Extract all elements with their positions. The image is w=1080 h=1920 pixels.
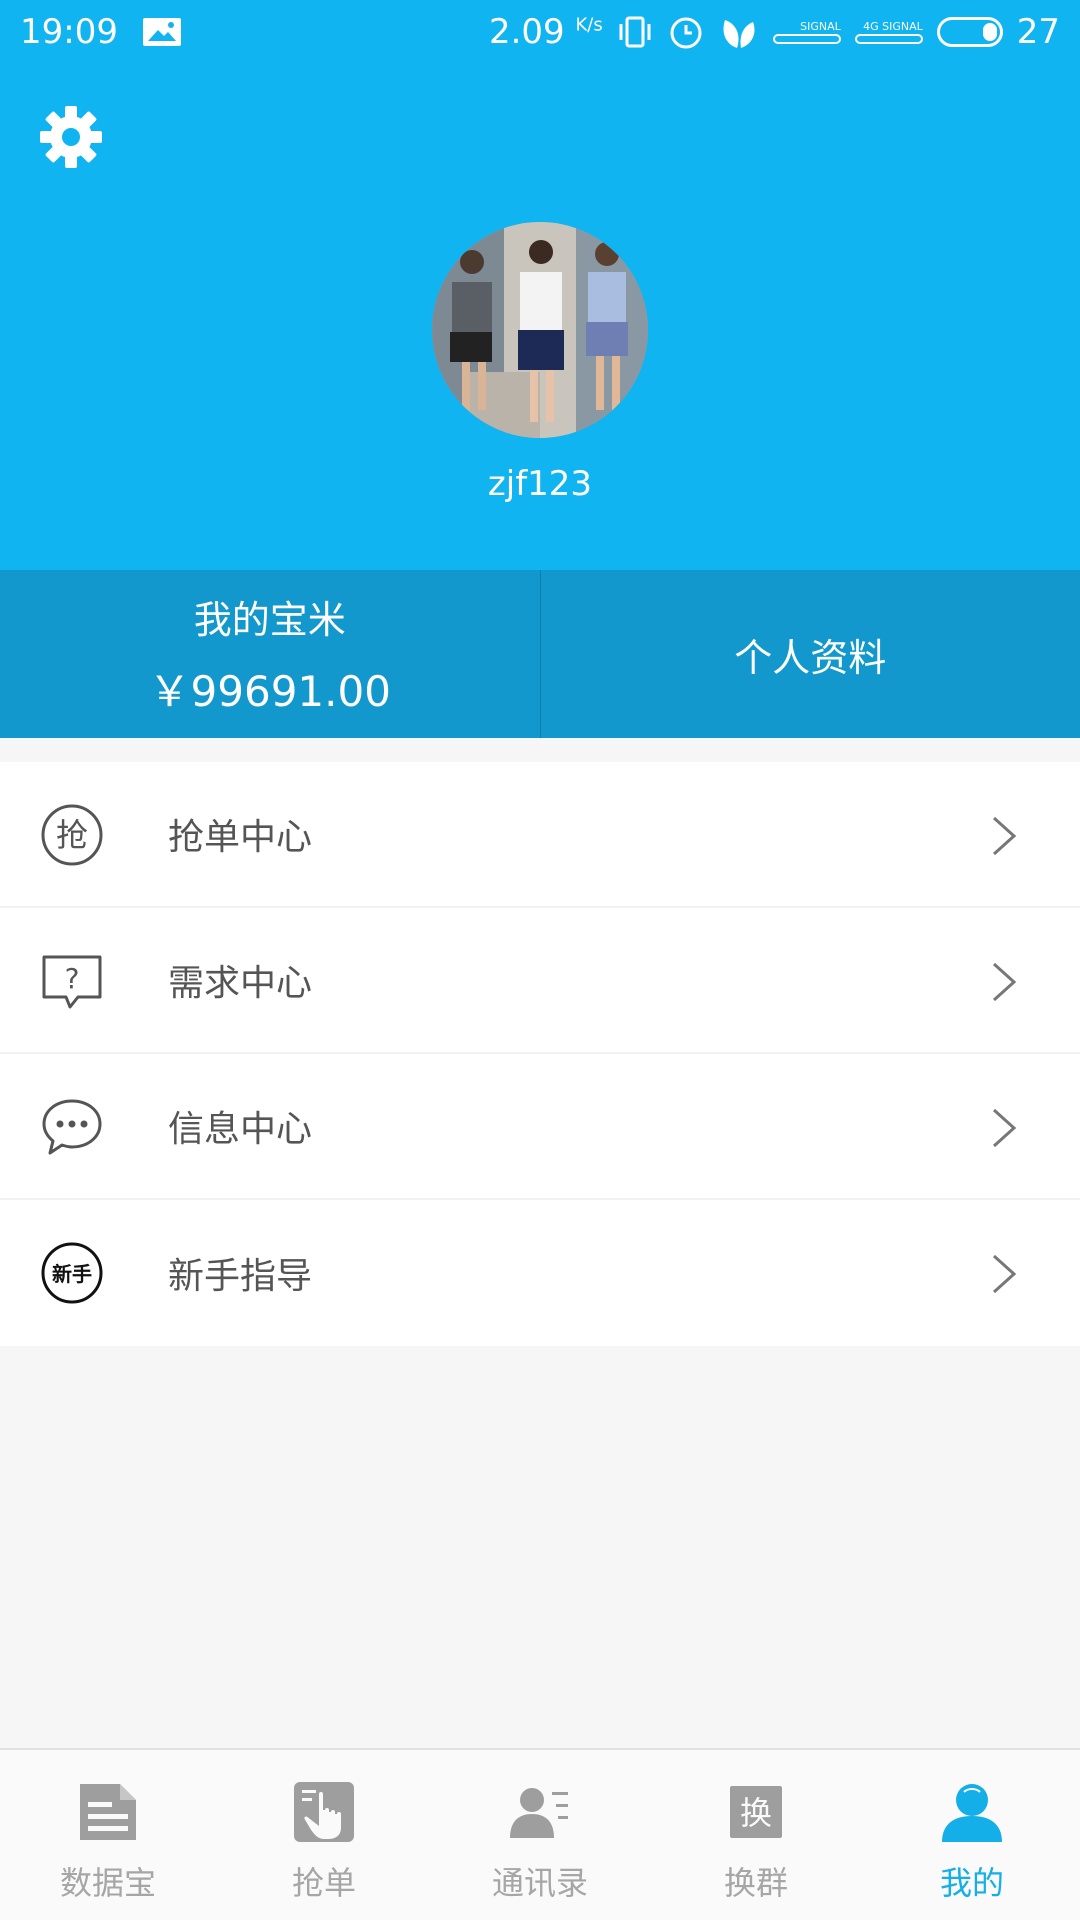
sim2-signal-bar (854, 33, 923, 44)
svg-text:抢: 抢 (56, 816, 88, 854)
tab-mine[interactable]: 我的 (864, 1750, 1080, 1920)
hand-tap-icon (294, 1782, 354, 1842)
profile-info-button[interactable]: 个人资料 (539, 570, 1080, 738)
avatar[interactable] (432, 222, 648, 438)
network-speed-unit: K/s (575, 14, 603, 36)
leaf-icon (723, 20, 755, 48)
sim1-signal: SIGNAL (772, 19, 841, 44)
swap-group-icon: 换 (730, 1786, 782, 1838)
sim1-signal-label: SIGNAL (800, 19, 841, 33)
sim1-signal-bar (772, 33, 841, 44)
status-bar: 19:09 2.09 K/s SIGNAL 4G SIGNAL 27 (0, 0, 1080, 64)
wallet-button[interactable]: 我的宝米 ￥99691.00 (0, 570, 540, 738)
alarm-icon (670, 17, 702, 49)
grab-order-icon: 抢 (41, 804, 103, 866)
menu-item-grab-order[interactable]: 抢 抢单中心 (0, 762, 1080, 908)
status-indicators: 2.09 K/s SIGNAL 4G SIGNAL 27 (489, 12, 1060, 52)
bottom-tab-bar: 数据宝 抢单 通讯录 换 换群 我的 (0, 1748, 1080, 1920)
chevron-right-icon (992, 1108, 1017, 1148)
tab-label: 我的 (939, 1864, 1004, 1902)
menu-item-label: 信息中心 (168, 1109, 313, 1150)
tab-label: 抢单 (291, 1864, 356, 1902)
svg-text:?: ? (65, 962, 80, 995)
image-notification-icon (142, 18, 181, 46)
tab-data-bao[interactable]: 数据宝 (0, 1750, 216, 1920)
menu-item-label: 新手指导 (168, 1256, 313, 1297)
account-strip: 我的宝米 ￥99691.00 个人资料 (0, 570, 1080, 738)
tab-label: 数据宝 (59, 1864, 156, 1902)
menu-item-label: 需求中心 (168, 963, 313, 1004)
avatar-photo (432, 222, 648, 438)
status-time: 19:09 (20, 12, 118, 52)
svg-text:换: 换 (740, 1794, 772, 1832)
tab-label: 换群 (723, 1864, 788, 1902)
wallet-amount: ￥99691.00 (148, 667, 391, 716)
chevron-right-icon (992, 1254, 1017, 1294)
tab-contacts[interactable]: 通讯录 (432, 1750, 648, 1920)
network-speed-value: 2.09 (488, 12, 565, 52)
svg-text:新手: 新手 (52, 1262, 92, 1286)
menu-item-demand[interactable]: ? 需求中心 (0, 908, 1080, 1054)
tab-swap-group[interactable]: 换 换群 (648, 1750, 864, 1920)
username: zjf123 (487, 464, 593, 504)
my-profile-screen: 19:09 2.09 K/s SIGNAL 4G SIGNAL 27 zjf12… (0, 0, 1080, 1920)
wallet-label: 我的宝米 (193, 598, 346, 642)
newbie-icon: 新手 (41, 1242, 103, 1304)
gear-icon[interactable] (38, 104, 104, 170)
sim2-signal-label: 4G SIGNAL (863, 19, 923, 33)
battery-icon (936, 17, 1003, 47)
chevron-right-icon (992, 962, 1017, 1002)
tab-grab-order[interactable]: 抢单 (216, 1750, 432, 1920)
question-bubble-icon: ? (42, 955, 102, 1009)
menu-item-label: 抢单中心 (168, 817, 313, 858)
menu-item-message[interactable]: 信息中心 (0, 1054, 1080, 1200)
profile-header: 19:09 2.09 K/s SIGNAL 4G SIGNAL 27 zjf12… (0, 0, 1080, 570)
battery-level: 27 (1016, 12, 1060, 52)
sim2-signal: 4G SIGNAL (854, 19, 923, 44)
chevron-right-icon (992, 816, 1017, 856)
tab-label: 通讯录 (491, 1864, 588, 1902)
profile-info-label: 个人资料 (734, 635, 887, 680)
menu-list: 抢 抢单中心 ? 需求中心 信息中心 新手 新手指导 (0, 762, 1080, 1346)
document-icon (80, 1784, 136, 1840)
chat-bubble-icon (42, 1099, 102, 1155)
contacts-icon (510, 1788, 568, 1838)
vibrate-icon (619, 16, 651, 48)
network-speed: 2.09 K/s (489, 12, 603, 52)
person-icon (942, 1784, 1002, 1842)
menu-item-newbie-guide[interactable]: 新手 新手指导 (0, 1200, 1080, 1346)
